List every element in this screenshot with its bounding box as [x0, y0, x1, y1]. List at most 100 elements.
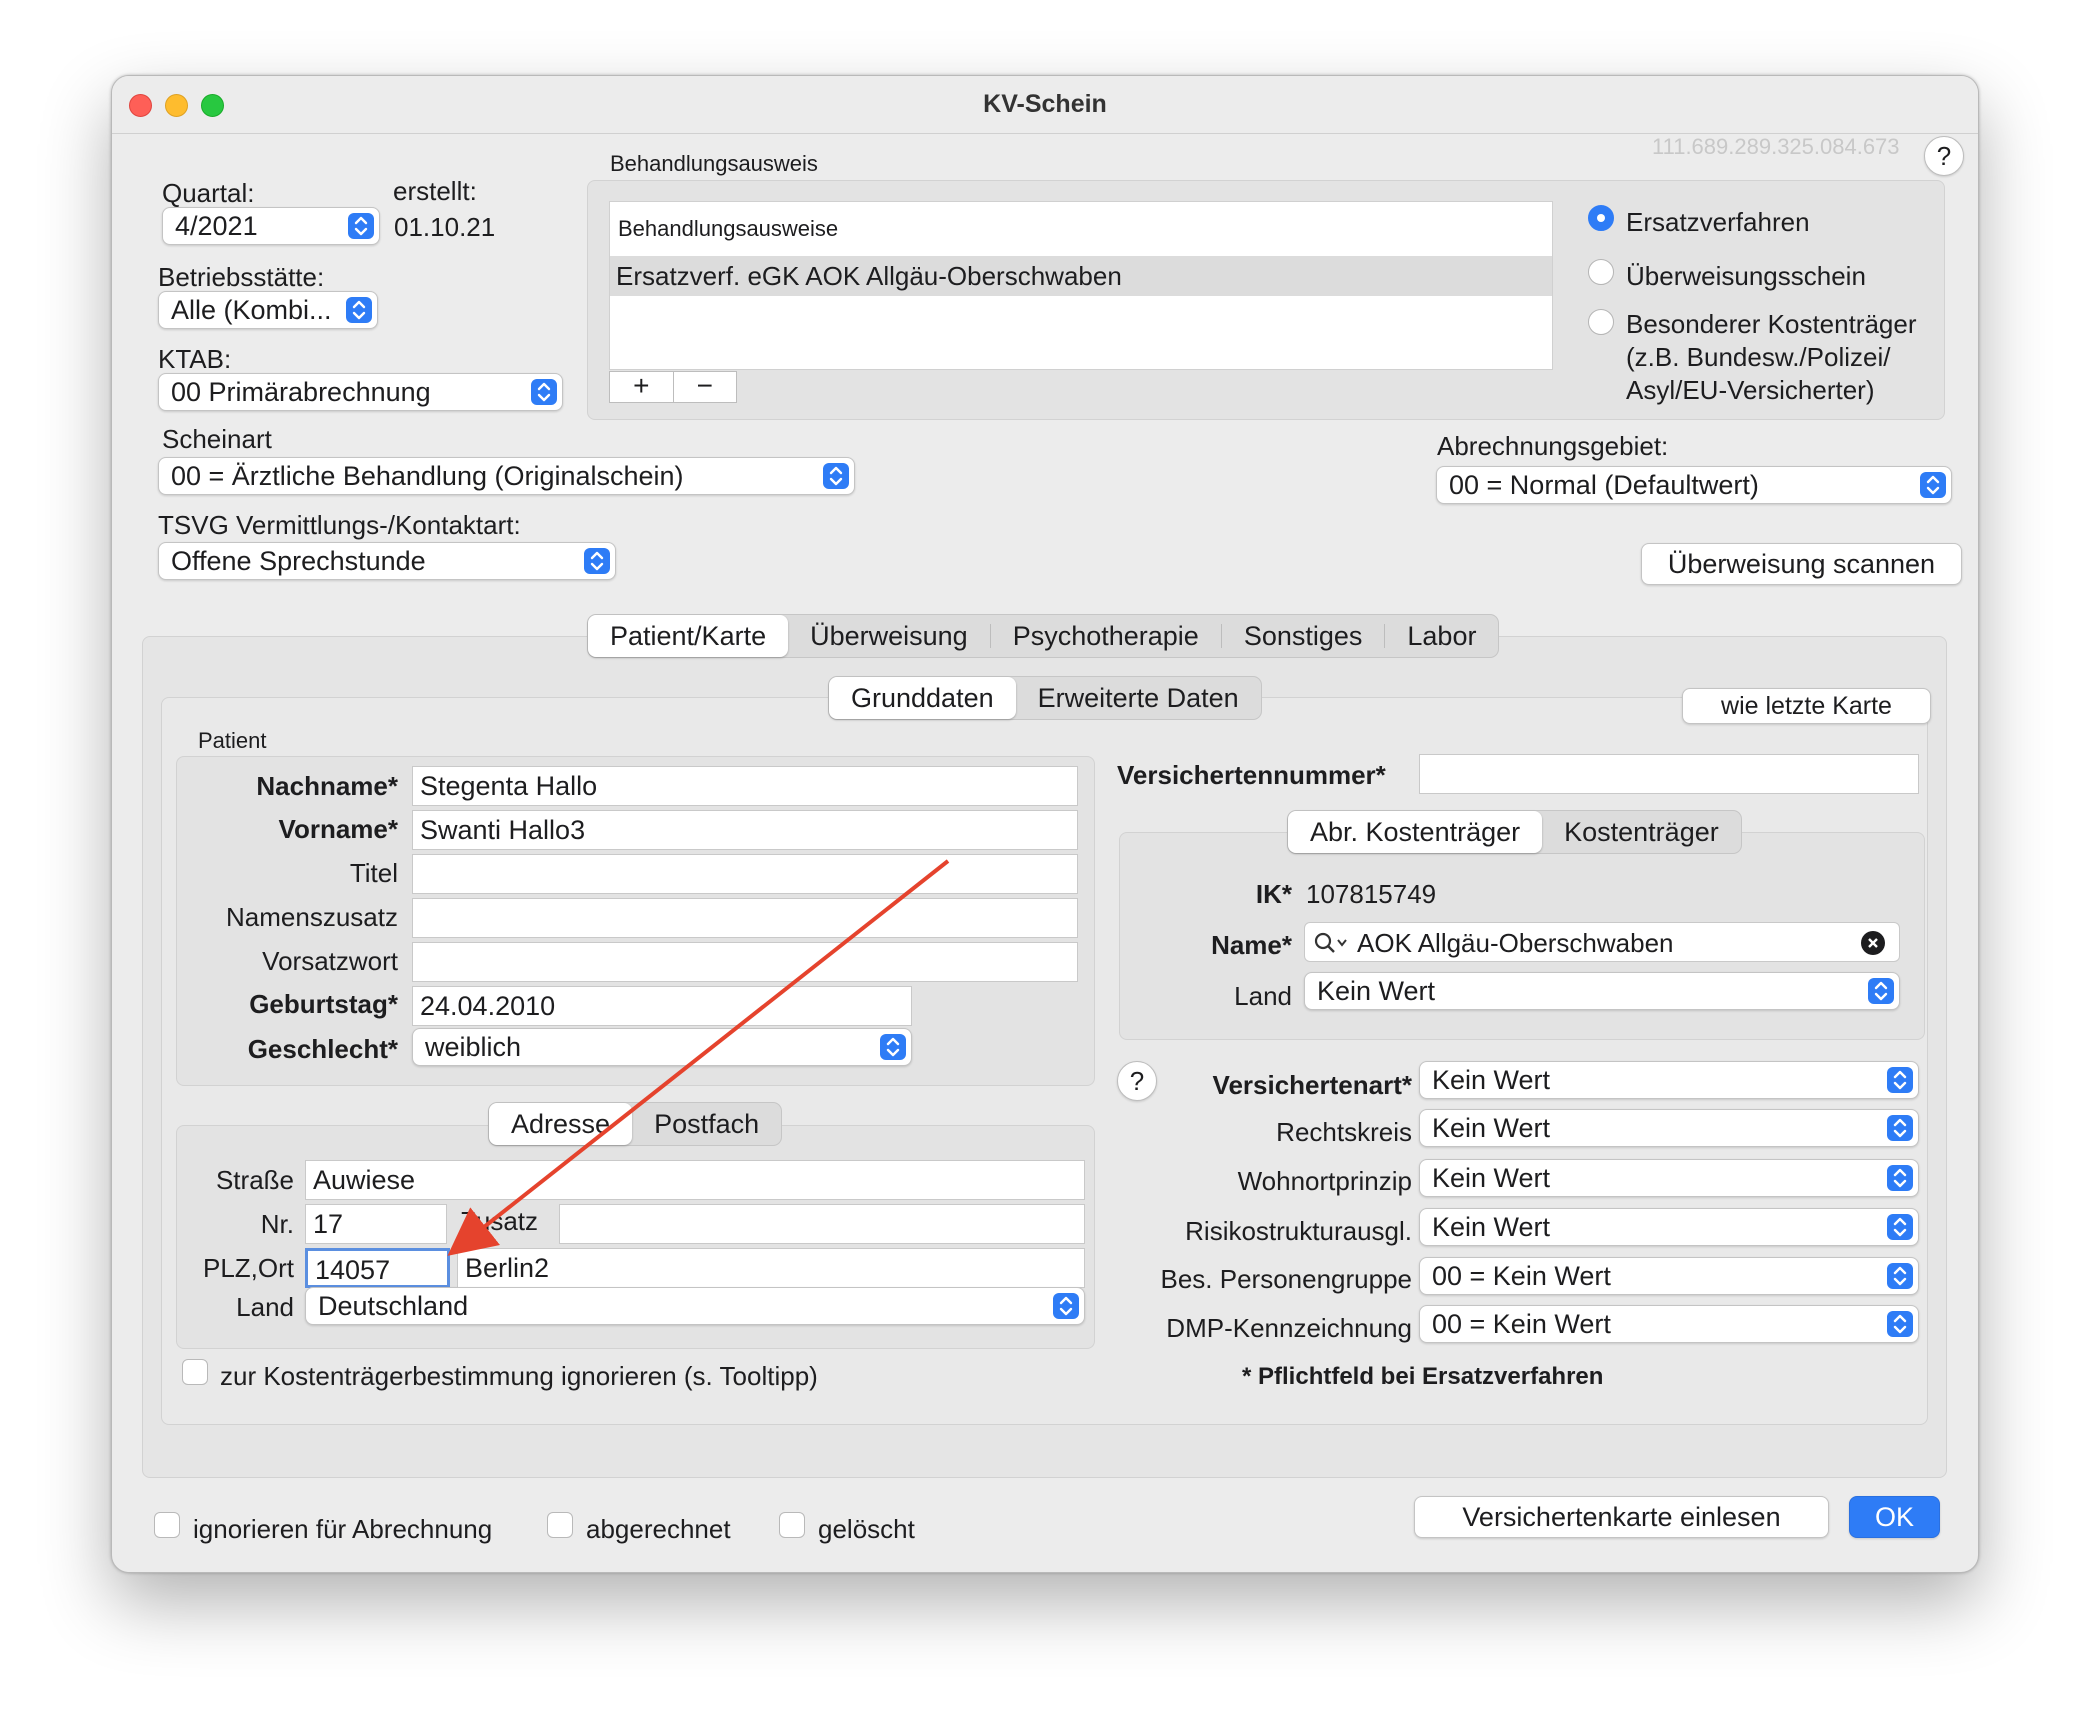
versichertenart-select[interactable]: Kein Wert — [1419, 1061, 1919, 1099]
tab-abr-kostentraeger[interactable]: Abr. Kostenträger — [1288, 811, 1543, 853]
rechtskreis-select[interactable]: Kein Wert — [1419, 1109, 1919, 1147]
radio-ueberweisungsschein[interactable] — [1588, 259, 1614, 285]
geburtstag-field[interactable]: 24.04.2010 — [412, 986, 912, 1026]
chevron-updown-icon — [1887, 1311, 1913, 1337]
ik-label: IK* — [1255, 879, 1292, 909]
strasse-label: Straße — [215, 1165, 294, 1195]
clear-icon[interactable] — [1861, 931, 1885, 955]
betriebsstaette-select[interactable]: Alle (Kombi... — [158, 291, 378, 329]
geloescht-checkbox[interactable] — [779, 1512, 805, 1538]
namenszusatz-field[interactable] — [412, 898, 1078, 938]
namenszusatz-label: Namenszusatz — [226, 902, 398, 932]
wie-letzte-karte-button[interactable]: wie letzte Karte — [1682, 688, 1931, 724]
radio-besonderer-kostentraeger[interactable] — [1588, 309, 1614, 335]
risikostrukturausgl-select[interactable]: Kein Wert — [1419, 1208, 1919, 1246]
plz-field[interactable]: 14057 — [305, 1248, 450, 1288]
kostentraeger-search-field[interactable]: AOK Allgäu-Oberschwaben — [1304, 922, 1900, 962]
quartal-value: 4/2021 — [175, 211, 258, 241]
ort-field[interactable]: Berlin2 — [457, 1248, 1085, 1288]
chevron-updown-icon — [1887, 1263, 1913, 1289]
chevron-updown-icon — [531, 379, 557, 405]
vorname-field[interactable]: Swanti Hallo3 — [412, 810, 1078, 850]
abrechnungsgebiet-label: Abrechnungsgebiet: — [1437, 431, 1669, 461]
wohnortprinzip-select[interactable]: Kein Wert — [1419, 1159, 1919, 1197]
list-item[interactable]: Ersatzverf. eGK AOK Allgäu-Oberschwaben — [610, 256, 1552, 296]
title-bar: KV-Schein — [112, 76, 1978, 134]
zusatz-field[interactable] — [559, 1204, 1085, 1244]
dmp-kennzeichnung-label: DMP-Kennzeichnung — [1166, 1313, 1412, 1343]
tab-ueberweisung[interactable]: Überweisung — [788, 615, 990, 657]
quartal-select[interactable]: 4/2021 — [162, 207, 380, 245]
help-button[interactable]: ? — [1924, 136, 1964, 176]
tab-kostentraeger[interactable]: Kostenträger — [1542, 811, 1741, 853]
tab-patient-karte[interactable]: Patient/Karte — [588, 615, 789, 657]
geschlecht-value: weiblich — [425, 1032, 522, 1062]
kostentraeger-ignore-label: zur Kostenträgerbestimmung ignorieren (s… — [220, 1361, 818, 1391]
land-label: Land — [236, 1292, 294, 1322]
land-value: Deutschland — [318, 1291, 469, 1321]
kostentraeger-land-label: Land — [1234, 981, 1292, 1011]
behandlungsausweis-list[interactable]: Behandlungsausweise Ersatzverf. eGK AOK … — [609, 201, 1553, 370]
nachname-field[interactable]: Stegenta Hallo — [412, 766, 1078, 806]
tsvg-value: Offene Sprechstunde — [171, 546, 426, 576]
tab-psychotherapie[interactable]: Psychotherapie — [991, 615, 1221, 657]
list-header: Behandlungsausweise — [618, 216, 839, 241]
versichertenart-help-button[interactable]: ? — [1117, 1061, 1157, 1101]
radio-ersatzverfahren[interactable] — [1588, 205, 1614, 231]
tab-labor[interactable]: Labor — [1385, 615, 1498, 657]
record-id: 111.689.289.325.084.673 — [1652, 134, 1900, 159]
rechtskreis-value: Kein Wert — [1432, 1113, 1551, 1143]
chevron-updown-icon — [823, 463, 849, 489]
geschlecht-label: Geschlecht* — [247, 1034, 398, 1064]
dmp-kennzeichnung-select[interactable]: 00 = Kein Wert — [1419, 1305, 1919, 1343]
pflichtfeld-note: * Pflichtfeld bei Ersatzverfahren — [1242, 1363, 1604, 1390]
ignorieren-abrechnung-checkbox[interactable] — [154, 1512, 180, 1538]
chevron-updown-icon — [880, 1034, 906, 1060]
ueberweisung-scannen-button[interactable]: Überweisung scannen — [1641, 543, 1962, 585]
ktab-select[interactable]: 00 Primärabrechnung — [158, 373, 563, 411]
scheinart-select[interactable]: 00 = Ärztliche Behandlung (Originalschei… — [158, 457, 855, 495]
subtab-grunddaten[interactable]: Grunddaten — [829, 677, 1016, 719]
vorname-label: Vorname* — [278, 814, 398, 844]
erstellt-value: 01.10.21 — [394, 212, 496, 242]
versichertenkarte-einlesen-button[interactable]: Versichertenkarte einlesen — [1414, 1496, 1829, 1538]
nachname-label: Nachname* — [256, 771, 398, 801]
scheinart-label: Scheinart — [162, 424, 272, 454]
land-select[interactable]: Deutschland — [305, 1287, 1085, 1325]
ok-button[interactable]: OK — [1849, 1496, 1940, 1538]
patient-group-label: Patient — [198, 728, 267, 753]
versichertenart-value: Kein Wert — [1432, 1065, 1551, 1095]
add-button[interactable]: + — [610, 372, 674, 402]
kv-schein-window: KV-Schein 111.689.289.325.084.673 ? Quar… — [111, 75, 1979, 1573]
vorsatzwort-label: Vorsatzwort — [262, 946, 398, 976]
abgerechnet-checkbox[interactable] — [547, 1512, 573, 1538]
chevron-updown-icon — [1053, 1293, 1079, 1319]
tab-postfach[interactable]: Postfach — [632, 1103, 781, 1145]
tsvg-select[interactable]: Offene Sprechstunde — [158, 542, 616, 580]
remove-button[interactable]: − — [674, 372, 737, 402]
nr-field[interactable]: 17 — [305, 1204, 447, 1244]
strasse-field[interactable]: Auwiese — [305, 1160, 1085, 1200]
rechtskreis-label: Rechtskreis — [1276, 1117, 1412, 1147]
chevron-updown-icon — [1920, 472, 1946, 498]
ktab-value: 00 Primärabrechnung — [171, 377, 431, 407]
geschlecht-select[interactable]: weiblich — [412, 1028, 912, 1066]
subtab-erweiterte-daten[interactable]: Erweiterte Daten — [1016, 677, 1261, 719]
scheinart-value: 00 = Ärztliche Behandlung (Originalschei… — [171, 461, 684, 491]
abgerechnet-label: abgerechnet — [586, 1514, 731, 1544]
kostentraeger-ignore-checkbox[interactable] — [182, 1359, 208, 1385]
versichertennummer-field[interactable] — [1419, 754, 1919, 794]
erstellt-label: erstellt: — [393, 176, 477, 206]
radio-ersatzverfahren-label: Ersatzverfahren — [1626, 207, 1810, 237]
titel-field[interactable] — [412, 854, 1078, 894]
ignorieren-abrechnung-label: ignorieren für Abrechnung — [193, 1514, 493, 1544]
kostentraeger-land-select[interactable]: Kein Wert — [1304, 972, 1900, 1010]
address-tabs: Adresse Postfach — [488, 1102, 783, 1146]
vorsatzwort-field[interactable] — [412, 942, 1078, 982]
tab-adresse[interactable]: Adresse — [489, 1103, 633, 1145]
bes-personengruppe-select[interactable]: 00 = Kein Wert — [1419, 1257, 1919, 1295]
main-tabs: Patient/Karte Überweisung Psychotherapie… — [587, 614, 1500, 658]
behandlungsausweis-group-label: Behandlungsausweis — [610, 151, 818, 176]
tab-sonstiges[interactable]: Sonstiges — [1222, 615, 1385, 657]
abrechnungsgebiet-select[interactable]: 00 = Normal (Defaultwert) — [1436, 466, 1952, 504]
